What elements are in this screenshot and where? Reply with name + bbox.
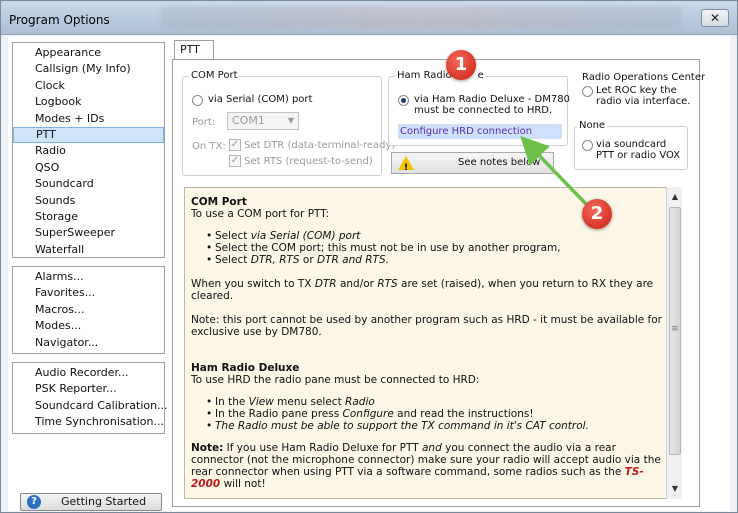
sidebar-item-modes[interactable]: Modes... (13, 318, 164, 334)
tools-nav-list: Alarms... Favorites... Macros... Modes... Na… (12, 266, 165, 354)
none-legend: None (577, 120, 608, 131)
hrd-radio-label-1: via Ham Radio Deluxe - DM780 (414, 94, 570, 105)
hrd-radio-label-2: must be connected to HRD. (414, 105, 553, 116)
warning-icon: ! (398, 156, 414, 173)
notes-note2-line-2: connector (not the microphone connector)… (191, 454, 661, 466)
notes-note2-line-4: 2000 will not! (191, 478, 266, 490)
notes-tx-line-1: When you switch to TX DTR and/or RTS are… (191, 278, 654, 290)
ptt-notes-panel: COM Port To use a COM port for PTT: • Sel… (184, 187, 682, 499)
notes-com-heading: COM Port (191, 196, 247, 208)
notes-note1-line-2: exclusive use by DM780. (191, 326, 322, 338)
title-bar: Program Options ✕ (1, 1, 737, 35)
options-nav-list: Appearance Callsign (My Info) Clock Logbook… (12, 42, 165, 258)
sidebar-item-time-synchronisation[interactable]: Time Synchronisation... (13, 414, 164, 430)
grip-icon: ≡ (671, 324, 679, 334)
notes-note1-line-1: Note: this port cannot be used by anothe… (191, 314, 662, 326)
rts-checkbox[interactable]: ✓ (229, 155, 241, 167)
sidebar-item-favorites[interactable]: Favorites... (13, 285, 164, 301)
sidebar-item-radio[interactable]: Radio (13, 143, 164, 159)
port-select[interactable]: COM1 ▼ (227, 112, 299, 130)
roc-title: Radio Operations Center (582, 72, 706, 83)
utilities-nav-list: Audio Recorder... PSK Reporter... Soundcar… (12, 362, 168, 434)
sidebar-item-soundcard-calibration[interactable]: Soundcard Calibration... (13, 398, 168, 414)
soundcard-vox-radio[interactable] (582, 140, 593, 151)
ham-radio-deluxe-radio[interactable] (398, 95, 409, 106)
sidebar-item-soundcard[interactable]: Soundcard (13, 176, 164, 192)
dtr-label: Set DTR (data-terminal-ready) (244, 140, 396, 151)
com-port-legend: COM Port (189, 70, 240, 81)
scroll-thumb[interactable]: ≡ (669, 207, 681, 455)
notes-com-intro: To use a COM port for PTT: (191, 208, 330, 220)
sidebar-item-ptt[interactable]: PTT (13, 126, 164, 144)
notes-hrd-intro: To use HRD the radio pane must be connec… (191, 374, 480, 386)
scroll-up-icon[interactable]: ▲ (667, 189, 683, 205)
see-notes-button[interactable]: ! See notes below (391, 152, 554, 174)
see-notes-label: See notes below (458, 157, 541, 168)
notes-com-bullet-3: • Select DTR, RTS or DTR and RTS. (206, 254, 389, 266)
notes-note2-line-3: rear connector when using PTT via a soft… (191, 466, 644, 478)
help-icon: ? (27, 495, 41, 509)
port-select-value: COM1 (232, 114, 265, 127)
getting-started-button[interactable]: ? Getting Started (20, 493, 162, 511)
notes-com-bullet-1: • Select via Serial (COM) port (206, 230, 361, 242)
com-port-radio[interactable] (192, 95, 203, 106)
rts-label: Set RTS (request-to-send) (244, 156, 373, 167)
annotation-badge-2: 2 (582, 199, 612, 229)
roc-radio[interactable] (582, 86, 593, 97)
sidebar-item-supersweeper[interactable]: SuperSweeper (13, 225, 164, 241)
annotation-badge-1: 1 (446, 50, 476, 80)
sidebar-item-navigator[interactable]: Navigator... (13, 335, 164, 351)
sidebar-item-appearance[interactable]: Appearance (13, 45, 164, 61)
notes-hrd-heading: Ham Radio Deluxe (191, 362, 300, 374)
none-radio-label-2: PTT or radio VOX (596, 150, 681, 161)
notes-com-bullet-2: • Select the COM port; this must not be i… (206, 242, 561, 254)
notes-hrd-bullet-1: • In the View menu select Radio (206, 396, 375, 408)
port-label: Port: (192, 117, 216, 128)
sidebar-item-alarms[interactable]: Alarms... (13, 269, 164, 285)
sidebar-item-modes-ids[interactable]: Modes + IDs (13, 111, 164, 127)
getting-started-label: Getting Started (61, 495, 147, 508)
notes-hrd-bullet-2: • In the Radio pane press Configure and r… (206, 408, 534, 420)
com-port-radio-label: via Serial (COM) port (208, 94, 313, 105)
sidebar-item-qso[interactable]: QSO (13, 160, 164, 176)
sidebar-item-audio-recorder[interactable]: Audio Recorder... (13, 365, 164, 381)
sidebar-item-macros[interactable]: Macros... (13, 302, 164, 318)
sidebar-item-logbook[interactable]: Logbook (13, 94, 164, 110)
sidebar-item-clock[interactable]: Clock (13, 78, 164, 94)
dtr-checkbox[interactable]: ✓ (229, 139, 241, 151)
tab-ptt[interactable]: PTT (174, 40, 214, 60)
chevron-down-icon: ▼ (287, 116, 294, 125)
sidebar-item-callsign-my-info[interactable]: Callsign (My Info) (13, 61, 164, 77)
notes-note2-line-1: Note: If you use Ham Radio Deluxe for PT… (191, 442, 616, 454)
on-tx-label: On TX: (192, 141, 226, 152)
notes-scrollbar[interactable]: ▲ ≡ ▼ (666, 187, 682, 499)
notes-hrd-bullet-3: • The Radio must be able to support the T… (206, 420, 589, 432)
configure-hrd-connection-link[interactable]: Configure HRD connection (398, 124, 562, 139)
sidebar-item-psk-reporter[interactable]: PSK Reporter... (13, 381, 164, 397)
sidebar-item-sounds[interactable]: Sounds (13, 193, 164, 209)
close-button[interactable]: ✕ (701, 9, 729, 27)
roc-radio-label-2: radio via interface. (596, 96, 691, 107)
sidebar-item-waterfall[interactable]: Waterfall (13, 242, 164, 258)
blurred-background (161, 7, 681, 29)
window-title: Program Options (9, 13, 110, 27)
notes-tx-line-2: cleared. (191, 290, 234, 302)
scroll-down-icon[interactable]: ▼ (667, 481, 683, 497)
none-radio-label-1: via soundcard (596, 139, 667, 150)
sidebar-item-storage[interactable]: Storage (13, 209, 164, 225)
roc-radio-label-1: Let ROC key the (596, 85, 677, 96)
